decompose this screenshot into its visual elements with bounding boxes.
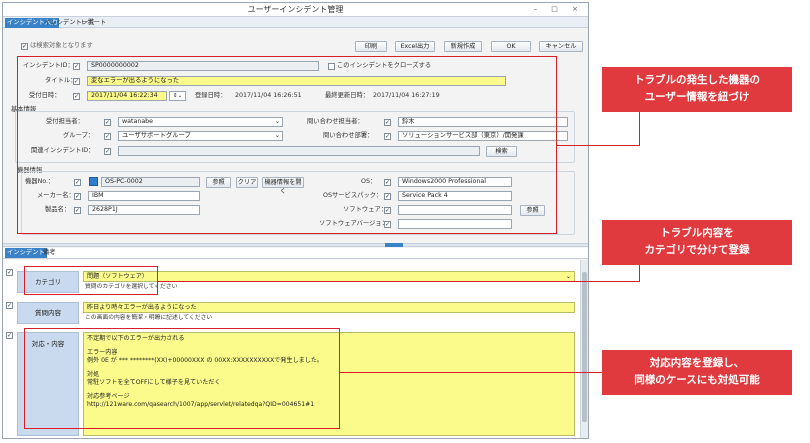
callout-3-line	[340, 372, 602, 374]
category-checkbox[interactable]: ✓	[6, 269, 13, 276]
callout-device-user: トラブルの発生した機器の ユーザー情報を紐づけ	[602, 67, 792, 112]
detail-scrollbar[interactable]	[580, 260, 588, 438]
device-user-highlight	[17, 56, 557, 234]
question-hint: この画面の内容を簡潔・明瞭に記述してください	[85, 315, 213, 321]
tab-bar: インシデント入力 インシデント一覧 レポート	[3, 17, 588, 28]
window-title-text: ユーザーインシデント管理	[247, 5, 344, 14]
tab-report[interactable]: レポート	[79, 18, 108, 28]
callout-2-line-vertical	[639, 262, 641, 282]
print-button[interactable]: 印刷	[355, 41, 387, 52]
question-field[interactable]: 昨日より時々エラーが出るようになった	[83, 302, 575, 313]
question-checkbox[interactable]: ✓	[6, 302, 13, 309]
tab-notes[interactable]: 備考	[41, 248, 58, 258]
excel-export-button[interactable]: Excel出力	[395, 41, 435, 52]
ok-button[interactable]: OK	[491, 41, 531, 52]
callout-2-line	[158, 281, 640, 283]
category-highlight	[24, 266, 158, 295]
cancel-button[interactable]: キャンセル	[539, 41, 583, 52]
callout-response: 対応内容を登録し、 同様のケースにも対処可能	[602, 350, 792, 395]
splitter-handle[interactable]	[385, 243, 403, 247]
chevron-down-icon: ⌄	[565, 273, 571, 280]
callout-1-line	[557, 145, 640, 147]
bottom-tab-bar: インシデント 備考	[3, 248, 588, 259]
callout-1-line-vertical	[639, 108, 641, 146]
scrollbar-thumb[interactable]	[582, 272, 587, 422]
response-highlight	[24, 328, 340, 429]
new-button[interactable]: 新規作成	[444, 41, 482, 52]
response-checkbox[interactable]: ✓	[6, 332, 13, 339]
window-title: ユーザーインシデント管理	[3, 3, 588, 17]
callout-category: トラブル内容を カテゴリで分けて登録	[602, 220, 792, 265]
panel-splitter[interactable]	[3, 243, 588, 247]
search-target-checkbox: ✓	[21, 43, 28, 50]
window-controls[interactable]: – □ ×	[534, 5, 584, 13]
search-target-hint: は検索対象となります	[30, 42, 93, 49]
question-label: 質問内容	[17, 302, 79, 324]
